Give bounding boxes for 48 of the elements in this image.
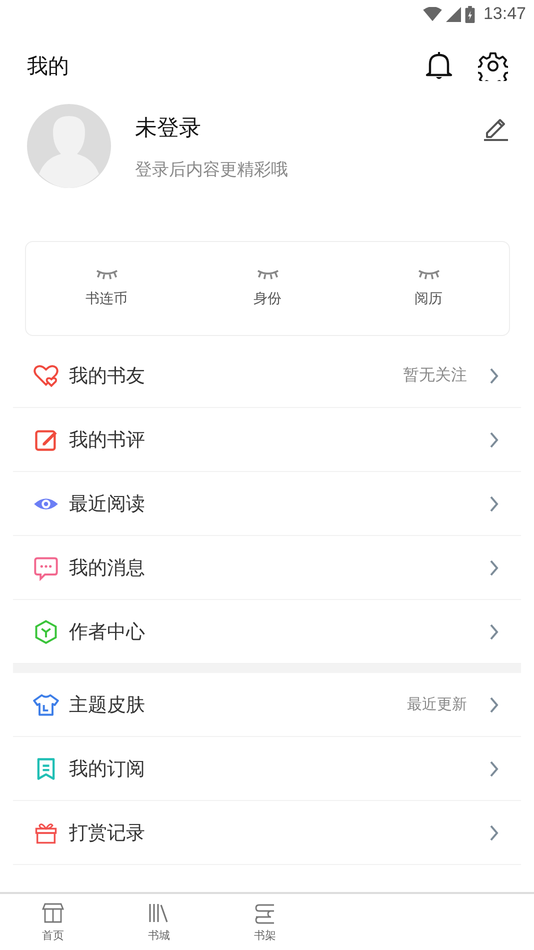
menu-note: 暂无关注 [403,365,467,386]
menu-item[interactable]: 主题皮肤 最近更新 [13,673,521,737]
chevron-right-icon [489,622,499,640]
tab-item[interactable]: 书城 [106,894,212,950]
stat-label[interactable]: 书连币 [86,290,128,308]
chevron-right-icon [489,366,499,384]
storefront-icon [41,901,65,925]
heart-icon [33,362,59,388]
settings-icon[interactable] [478,51,508,81]
battery-icon [465,6,476,22]
closed-eye-icon [416,269,440,280]
page-title: 我的 [27,53,69,80]
closed-eye-icon [256,269,280,280]
login-hint: 登录后内容更精彩哦 [135,159,289,181]
chevron-right-icon [489,558,499,576]
stat-label[interactable]: 阅历 [414,290,442,308]
tab-item[interactable]: 首页 [0,894,106,950]
chevron-right-icon [489,494,499,512]
cube-icon [33,618,59,644]
chevron-right-icon [489,696,499,714]
shirt-icon [33,692,59,718]
signal-icon [446,6,462,22]
menu-item[interactable]: 我的订阅 [13,737,521,801]
menu-label: 打赏记录 [69,820,146,846]
menu-item[interactable]: 最近阅读 [13,472,521,536]
menu-note: 最近更新 [407,695,467,714]
menu-label: 我的订阅 [69,756,146,782]
menu-item[interactable]: 我的书评 [13,408,521,472]
user-name[interactable]: 未登录 [135,113,482,143]
tab-item[interactable]: 书架 [212,894,318,950]
chevron-right-icon [489,760,499,778]
wifi-icon [423,6,442,22]
menu-label: 作者中心 [69,620,146,644]
chat-icon [33,554,59,580]
bell-icon[interactable] [425,51,453,81]
menu-label: 最近阅读 [69,492,146,516]
menu-label: 主题皮肤 [69,692,146,718]
closed-eye-icon [94,269,118,280]
menu-label: 我的书友 [69,364,146,388]
menu-label: 我的书评 [69,428,146,452]
chevron-right-icon [489,430,499,448]
chevron-right-icon [489,824,499,842]
stat-label[interactable]: 身份 [254,290,282,308]
status-time: 13:47 [483,4,526,24]
menu-label: 我的消息 [69,556,146,580]
menu-item[interactable]: 打赏记录 [13,801,521,865]
menu-item[interactable]: 我的消息 [13,536,521,600]
menu-item[interactable]: 我的书友 暂无关注 [13,344,521,408]
